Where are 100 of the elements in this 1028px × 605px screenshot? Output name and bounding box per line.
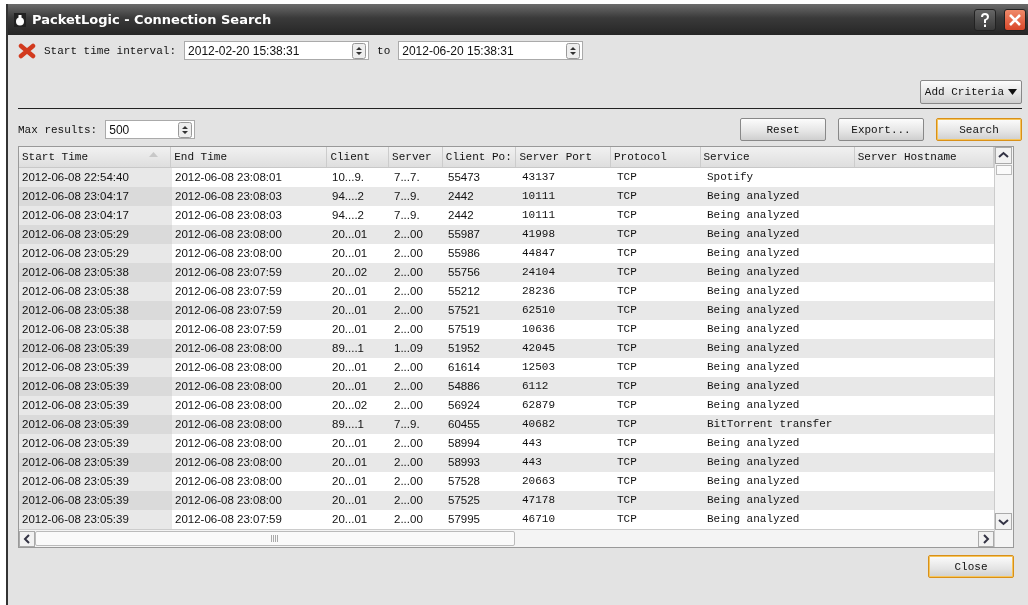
table-cell-text: 2012-06-08 23:08:00 bbox=[174, 379, 283, 394]
table-cell: 2012-06-08 23:05:38 bbox=[19, 263, 172, 282]
table-cell-text: BitTorrent transfer bbox=[706, 417, 834, 432]
table-cell-text: 10111 bbox=[521, 208, 556, 223]
table-cell-text: TCP bbox=[616, 493, 638, 508]
table-cell-text: 2...00 bbox=[393, 436, 424, 451]
scroll-thumb[interactable] bbox=[996, 165, 1012, 175]
table-cell-text: Being analyzed bbox=[706, 303, 801, 318]
table-cell-text: 54886 bbox=[447, 379, 481, 394]
table-cell-text: Being analyzed bbox=[706, 512, 801, 527]
action-button[interactable]: Export... bbox=[838, 118, 924, 141]
table-cell-text: TCP bbox=[616, 341, 638, 356]
scroll-right-icon[interactable] bbox=[978, 530, 994, 547]
table-cell-text: 20...01 bbox=[331, 246, 369, 261]
table-cell: 2012-06-08 23:05:39 bbox=[19, 377, 172, 396]
column-header[interactable]: End Time bbox=[171, 147, 328, 167]
table-cell-text: TCP bbox=[616, 227, 638, 242]
table-cell-text: 20...01 bbox=[331, 227, 369, 242]
add-criteria-button[interactable]: Add Criteria bbox=[919, 80, 1022, 104]
table-cell: 2012-06-08 23:05:39 bbox=[19, 434, 172, 453]
date-time-field[interactable]: 2012-02-20 15:38:31 bbox=[184, 41, 370, 60]
table-cell-text: 55986 bbox=[447, 246, 481, 261]
table-cell-text: 24104 bbox=[521, 265, 556, 280]
table-cell-text: 2...00 bbox=[393, 474, 424, 489]
column-header[interactable]: Service bbox=[700, 147, 855, 167]
column-header[interactable]: Server Hostname bbox=[854, 147, 994, 167]
table-cell-text: TCP bbox=[616, 360, 638, 375]
spin-icon[interactable] bbox=[178, 121, 193, 138]
table-cell-text: 6112 bbox=[521, 379, 550, 394]
table-cell-text: 20...01 bbox=[331, 455, 369, 470]
table-cell-text: 41998 bbox=[521, 227, 556, 242]
table-cell-text: Being analyzed bbox=[706, 208, 801, 223]
table-cell-text: 2012-06-08 23:08:03 bbox=[174, 208, 283, 223]
table-cell: 2012-06-08 23:05:29 bbox=[19, 225, 172, 244]
vertical-scrollbar[interactable] bbox=[994, 147, 1013, 547]
column-header[interactable]: Protocol bbox=[610, 147, 701, 167]
table-cell: 2012-06-08 22:54:40 bbox=[19, 168, 172, 187]
close-button[interactable] bbox=[1004, 8, 1026, 31]
table-cell-text: 2442 bbox=[447, 189, 475, 204]
table-cell-text: 2012-06-08 23:08:00 bbox=[174, 455, 283, 470]
horizontal-scrollbar[interactable] bbox=[19, 529, 994, 547]
table-cell-text: 2012-06-08 23:08:03 bbox=[174, 189, 283, 204]
help-button[interactable] bbox=[974, 8, 996, 31]
column-header[interactable]: Server bbox=[389, 147, 443, 167]
column-header[interactable]: Start Time bbox=[19, 147, 172, 167]
date-time-field[interactable]: 2012-06-20 15:38:31 bbox=[398, 41, 584, 60]
column-header[interactable]: Client bbox=[327, 147, 390, 167]
spin-icon[interactable] bbox=[566, 42, 581, 59]
table-cell: 2012-06-08 23:05:39 bbox=[19, 472, 172, 491]
table-cell-text: 10...9. bbox=[331, 170, 365, 185]
table-cell-text: 20...02 bbox=[331, 398, 369, 413]
help-icon bbox=[978, 11, 992, 28]
table-cell-text: 94....2 bbox=[331, 208, 365, 223]
action-button[interactable]: Search bbox=[936, 118, 1022, 141]
scroll-left-icon[interactable] bbox=[19, 530, 35, 547]
table-cell-text: 44847 bbox=[521, 246, 556, 261]
table-cell: 2012-06-08 23:04:17 bbox=[19, 187, 172, 206]
table-cell-text: 1...09 bbox=[393, 341, 424, 356]
table-cell-text: 2...00 bbox=[393, 398, 424, 413]
spin-icon[interactable] bbox=[352, 42, 367, 59]
column-header[interactable]: Server Port bbox=[516, 147, 611, 167]
column-header[interactable]: Client Po: bbox=[442, 147, 517, 167]
table-cell-text: Being analyzed bbox=[706, 379, 801, 394]
table-cell-text: 40682 bbox=[521, 417, 556, 432]
table-cell-text: 55756 bbox=[447, 265, 481, 280]
table-cell-text: 2012-06-08 23:07:59 bbox=[174, 512, 283, 527]
max-results-field[interactable]: 500 bbox=[105, 120, 196, 139]
table-cell-text: 46710 bbox=[521, 512, 556, 527]
table-cell-text: Being analyzed bbox=[706, 436, 801, 451]
scroll-up-icon[interactable] bbox=[995, 147, 1012, 164]
action-button[interactable]: Reset bbox=[740, 118, 826, 141]
table-cell-text: 20...01 bbox=[331, 284, 369, 299]
table-cell-text: TCP bbox=[616, 398, 638, 413]
table-cell-text: 443 bbox=[521, 455, 543, 470]
table-cell-text: TCP bbox=[616, 303, 638, 318]
table-cell: 2012-06-08 23:05:39 bbox=[19, 358, 172, 377]
table-cell-text: 2...00 bbox=[393, 284, 424, 299]
table-cell-text: 60455 bbox=[447, 417, 481, 432]
scroll-thumb[interactable] bbox=[35, 531, 515, 546]
table-cell-text: 7...9. bbox=[393, 189, 421, 204]
table-cell: 2012-06-08 23:05:38 bbox=[19, 320, 172, 339]
table-cell-text: Being analyzed bbox=[706, 398, 801, 413]
table-cell-text: 20...02 bbox=[331, 265, 369, 280]
table-cell-text: 7...9. bbox=[393, 417, 421, 432]
table-cell-text: 2...00 bbox=[393, 512, 424, 527]
table-cell-text: 2012-06-08 23:08:00 bbox=[174, 493, 283, 508]
remove-icon[interactable] bbox=[18, 42, 36, 59]
table-cell-text: 58994 bbox=[447, 436, 481, 451]
table-cell-text: 2012-06-08 23:08:01 bbox=[174, 170, 283, 185]
table-cell-text: TCP bbox=[616, 455, 638, 470]
scroll-down-icon[interactable] bbox=[995, 513, 1012, 530]
table-cell-text: 2...00 bbox=[393, 227, 424, 242]
table-cell-text: TCP bbox=[616, 170, 638, 185]
table-cell-text: 2012-06-08 23:08:00 bbox=[174, 360, 283, 375]
table-cell-text: TCP bbox=[616, 246, 638, 261]
close-dialog-button[interactable]: Close bbox=[928, 555, 1014, 578]
window-title: PacketLogic - Connection Search bbox=[32, 12, 272, 27]
table-cell-text: 55212 bbox=[447, 284, 481, 299]
table-cell-text: 89....1 bbox=[331, 341, 365, 356]
table-cell-text: 2012-06-08 23:08:00 bbox=[174, 436, 283, 451]
